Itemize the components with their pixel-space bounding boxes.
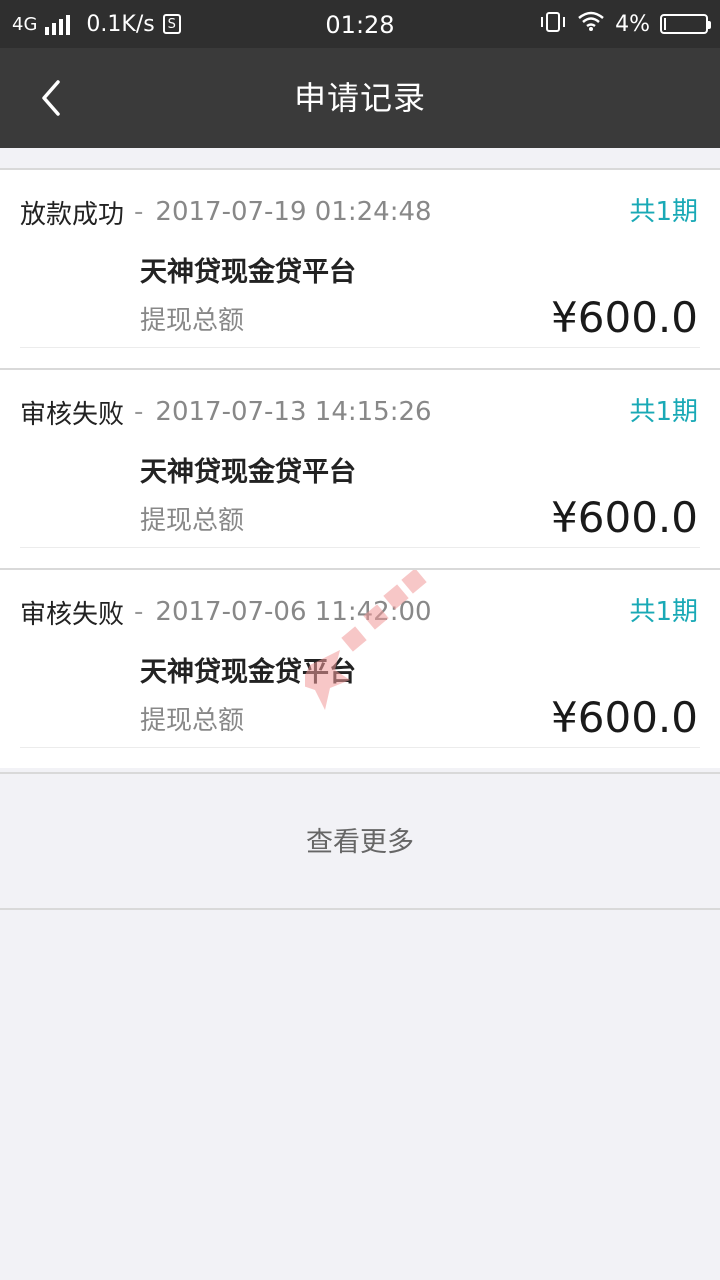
record-list: 放款成功 - 2017-07-19 01:24:48 共1期 天神贷现金贷平台 … <box>0 168 720 768</box>
battery-icon <box>660 14 711 34</box>
status-bar: 4G 0.1K/s S 01:28 4% <box>0 0 720 48</box>
record-item[interactable]: 放款成功 - 2017-07-19 01:24:48 共1期 天神贷现金贷平台 … <box>0 168 720 368</box>
record-datetime: 2017-07-13 14:15:26 <box>155 397 432 427</box>
record-status: 审核失败 <box>20 399 125 430</box>
record-header: 放款成功 - 2017-07-19 01:24:48 <box>20 192 432 232</box>
record-periods: 共1期 <box>629 397 698 427</box>
page-title: 申请记录 <box>293 79 426 117</box>
record-amount: ¥600.0 <box>551 293 698 342</box>
record-item[interactable]: 审核失败 - 2017-07-06 11:42:00 共1期 天神贷现金贷平台 … <box>0 568 720 768</box>
separator-dash: - <box>134 397 144 427</box>
record-status: 审核失败 <box>20 599 125 630</box>
view-more-button[interactable]: 查看更多 <box>0 774 720 912</box>
record-platform: 天神贷现金贷平台 <box>140 457 356 488</box>
record-header: 审核失败 - 2017-07-06 11:42:00 <box>20 592 432 632</box>
status-right: 4% <box>539 0 711 48</box>
record-amount-label: 提现总额 <box>140 306 245 336</box>
battery-fill <box>664 18 666 30</box>
nav-bar: 申请记录 <box>0 48 720 148</box>
record-platform: 天神贷现金贷平台 <box>140 257 356 288</box>
divider <box>20 747 700 748</box>
divider <box>20 347 700 348</box>
battery-percent: 4% <box>615 11 650 37</box>
record-item[interactable]: 审核失败 - 2017-07-13 14:15:26 共1期 天神贷现金贷平台 … <box>0 368 720 568</box>
record-datetime: 2017-07-06 11:42:00 <box>155 597 432 627</box>
separator-dash: - <box>134 597 144 627</box>
record-amount-label: 提现总额 <box>140 506 245 536</box>
record-status: 放款成功 <box>20 199 125 230</box>
separator-dash: - <box>134 197 144 227</box>
record-datetime: 2017-07-19 01:24:48 <box>155 197 432 227</box>
record-periods: 共1期 <box>629 597 698 627</box>
record-amount: ¥600.0 <box>551 493 698 542</box>
record-amount: ¥600.0 <box>551 693 698 742</box>
wifi-icon <box>577 10 605 38</box>
record-header: 审核失败 - 2017-07-13 14:15:26 <box>20 392 432 432</box>
divider <box>20 547 700 548</box>
vibrate-icon <box>539 11 567 38</box>
view-more-area: 查看更多 <box>0 772 720 910</box>
record-platform: 天神贷现金贷平台 <box>140 657 356 688</box>
record-amount-label: 提现总额 <box>140 706 245 736</box>
record-periods: 共1期 <box>629 197 698 227</box>
